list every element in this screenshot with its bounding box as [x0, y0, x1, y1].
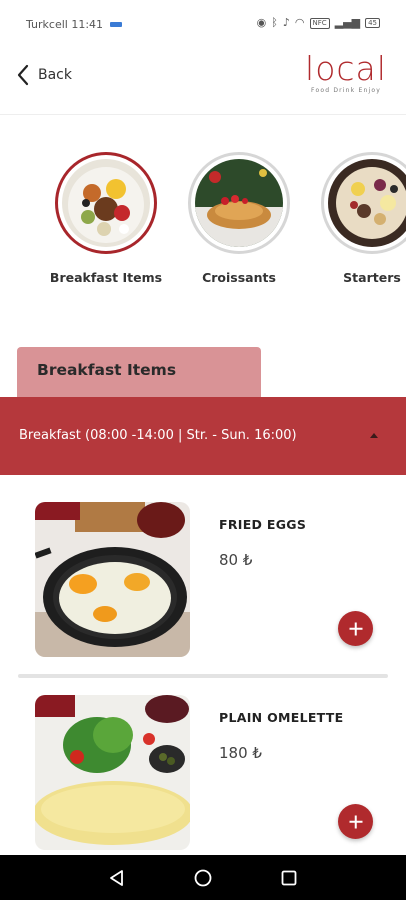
croissants-image — [195, 159, 283, 247]
nfc-icon: NFC — [309, 17, 330, 29]
category-image-ring — [321, 152, 406, 254]
caret-up-icon[interactable] — [370, 433, 378, 438]
nav-recents-icon[interactable] — [279, 868, 299, 888]
category-starters[interactable]: Starters — [307, 152, 406, 285]
category-label: Croissants — [202, 270, 276, 285]
mute-icon: ♪ — [282, 16, 290, 29]
breakfast-image — [62, 159, 150, 247]
back-button[interactable]: Back — [16, 64, 72, 86]
signal-icon: ▂▄▆ — [334, 16, 361, 29]
carrier-time: Turkcell 11:41 — [26, 18, 104, 31]
eye-icon: ◉ — [256, 16, 267, 29]
item-price: 180 ₺ — [219, 744, 262, 762]
section-tab[interactable]: Breakfast Items — [17, 347, 261, 397]
category-carousel[interactable]: Breakfast Items Croissants Starters — [0, 152, 406, 292]
add-to-cart-button[interactable] — [338, 611, 373, 646]
section-title: Breakfast Items — [37, 361, 177, 379]
category-image-ring — [55, 152, 157, 254]
logo-tagline: Food Drink Enjoy — [311, 87, 381, 94]
header-divider — [0, 114, 406, 115]
item-name: FRIED EGGS — [219, 517, 307, 532]
starters-image — [328, 159, 406, 247]
item-price: 80 ₺ — [219, 551, 253, 569]
back-label: Back — [38, 67, 72, 83]
system-nav-bar — [0, 855, 406, 900]
category-label: Starters — [343, 270, 401, 285]
category-breakfast-items[interactable]: Breakfast Items — [41, 152, 171, 285]
chevron-left-icon — [17, 64, 29, 86]
app-header: Back local Food Drink Enjoy — [0, 48, 406, 108]
category-label: Breakfast Items — [49, 270, 163, 285]
category-croissants[interactable]: Croissants — [174, 152, 304, 285]
add-to-cart-button[interactable] — [338, 804, 373, 839]
item-divider — [18, 674, 388, 678]
plain-omelette-image — [35, 695, 190, 850]
category-image-ring — [188, 152, 290, 254]
nav-home-icon[interactable] — [193, 868, 213, 888]
item-name: PLAIN OMELETTE — [219, 710, 344, 725]
status-right: ◉ ᛒ ♪ ◠ NFC ▂▄▆ 45 — [257, 16, 380, 30]
menu-item[interactable]: PLAIN OMELETTE 180 ₺ — [0, 695, 406, 861]
brand-logo: local Food Drink Enjoy — [296, 49, 396, 95]
menu-item[interactable]: FRIED EGGS 80 ₺ — [0, 502, 406, 668]
status-bar: Turkcell 11:41 ◉ ᛒ ♪ ◠ NFC ▂▄▆ 45 — [0, 0, 406, 48]
accordion-header[interactable]: Breakfast (08:00 -14:00 | Str. - Sun. 16… — [0, 397, 406, 475]
logo-text: local — [305, 49, 387, 88]
battery-icon: 45 — [365, 18, 380, 28]
nav-back-icon[interactable] — [107, 868, 127, 888]
bluetooth-icon: ᛒ — [271, 16, 278, 29]
status-left: Turkcell 11:41 — [26, 18, 123, 31]
cast-icon — [110, 22, 123, 27]
wifi-icon: ◠ — [294, 16, 305, 29]
fried-eggs-image — [35, 502, 190, 657]
accordion-title: Breakfast (08:00 -14:00 | Str. - Sun. 16… — [19, 428, 297, 443]
